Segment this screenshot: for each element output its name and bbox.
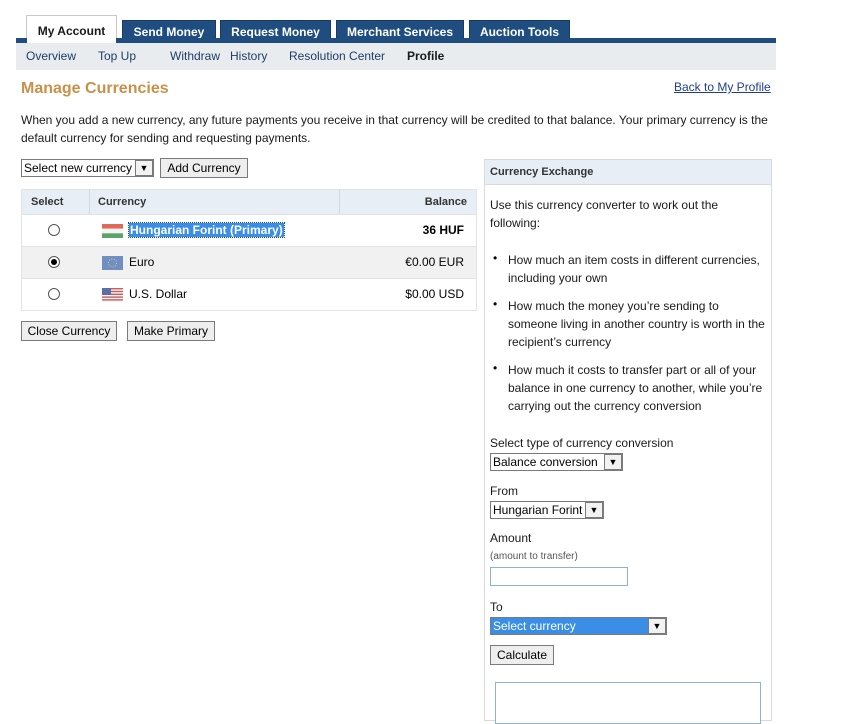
subnav-history[interactable]: History [230,49,267,63]
select-radio-usd[interactable] [48,288,60,300]
header-select: Select [31,196,64,208]
select-radio-eur[interactable] [48,256,60,268]
table-row: Euro €0.00 EUR [22,246,476,278]
conversion-type-value: Balance conversion [493,455,598,469]
chevron-down-icon: ▼ [135,160,153,176]
currency-balance: $0.00 USD [405,287,464,301]
eu-flag-icon [102,256,123,270]
calculate-button[interactable]: Calculate [490,645,554,665]
chevron-down-icon: ▼ [604,454,622,470]
bullet-icon: • [493,297,498,311]
close-currency-button[interactable]: Close Currency [21,321,117,341]
to-label: To [490,600,503,614]
sub-navigation: Overview Top Up Withdraw History Resolut… [16,43,776,70]
intro-text: When you add a new currency, any future … [21,113,768,145]
exchange-bullet: How much it costs to transfer part or al… [508,363,763,413]
currency-name: U.S. Dollar [129,287,188,301]
bullet-icon: • [493,361,498,375]
table-row: U.S. Dollar $0.00 USD [22,278,476,310]
currency-balance: 36 HUF [422,223,464,237]
page-title: Manage Currencies [21,80,169,97]
subnav-top-up[interactable]: Top Up [98,49,136,63]
subnav-resolution-center[interactable]: Resolution Center [289,49,385,63]
chevron-down-icon: ▼ [585,502,603,518]
header-currency: Currency [98,196,147,208]
exchange-intro: Use this currency converter to work out … [490,198,719,230]
from-label: From [490,484,518,498]
currency-table-header: Select Currency Balance [22,190,476,214]
bullet-icon: • [493,251,498,265]
chevron-down-icon: ▼ [648,618,666,634]
conversion-type-select[interactable]: Balance conversion ▼ [490,453,623,471]
currency-exchange-panel: Currency Exchange Use this currency conv… [484,159,772,724]
select-radio-huf[interactable] [48,224,60,236]
exchange-header: Currency Exchange [485,160,771,185]
currency-name: Hungarian Forint (Primary) [128,222,285,238]
subnav-overview[interactable]: Overview [26,49,76,63]
conversion-type-label: Select type of currency conversion [490,436,674,450]
header-divider [89,190,90,214]
table-row: Hungarian Forint (Primary) 36 HUF [22,214,476,246]
new-currency-select[interactable]: Select new currency ▼ [21,159,154,177]
exchange-title: Currency Exchange [490,166,594,178]
amount-hint: (amount to transfer) [490,551,578,562]
header-divider [339,190,340,214]
currency-name: Euro [129,255,155,269]
us-flag-icon [102,288,123,302]
to-currency-select[interactable]: Select currency ▼ [490,617,667,635]
currency-table: Select Currency Balance Hungarian Forint… [21,189,477,311]
new-currency-select-value: Select new currency [24,161,133,175]
result-box [495,682,761,724]
amount-input[interactable] [490,567,628,586]
radio-checked-dot [51,259,57,265]
exchange-bullet: How much an item costs in different curr… [508,253,760,285]
header-balance: Balance [424,196,467,208]
back-to-profile-link[interactable]: Back to My Profile [674,80,771,94]
hungary-flag-icon [102,224,123,238]
from-currency-value: Hungarian Forint [493,503,583,517]
to-currency-value: Select currency [491,618,648,634]
add-currency-button[interactable]: Add Currency [160,158,248,178]
make-primary-button[interactable]: Make Primary [127,321,215,341]
from-currency-select[interactable]: Hungarian Forint ▼ [490,501,604,519]
subnav-withdraw[interactable]: Withdraw [170,49,220,63]
subnav-profile[interactable]: Profile [407,49,444,63]
amount-label: Amount [490,531,532,545]
currency-balance: €0.00 EUR [405,255,464,269]
exchange-bullet: How much the money you’re sending to som… [508,299,765,349]
